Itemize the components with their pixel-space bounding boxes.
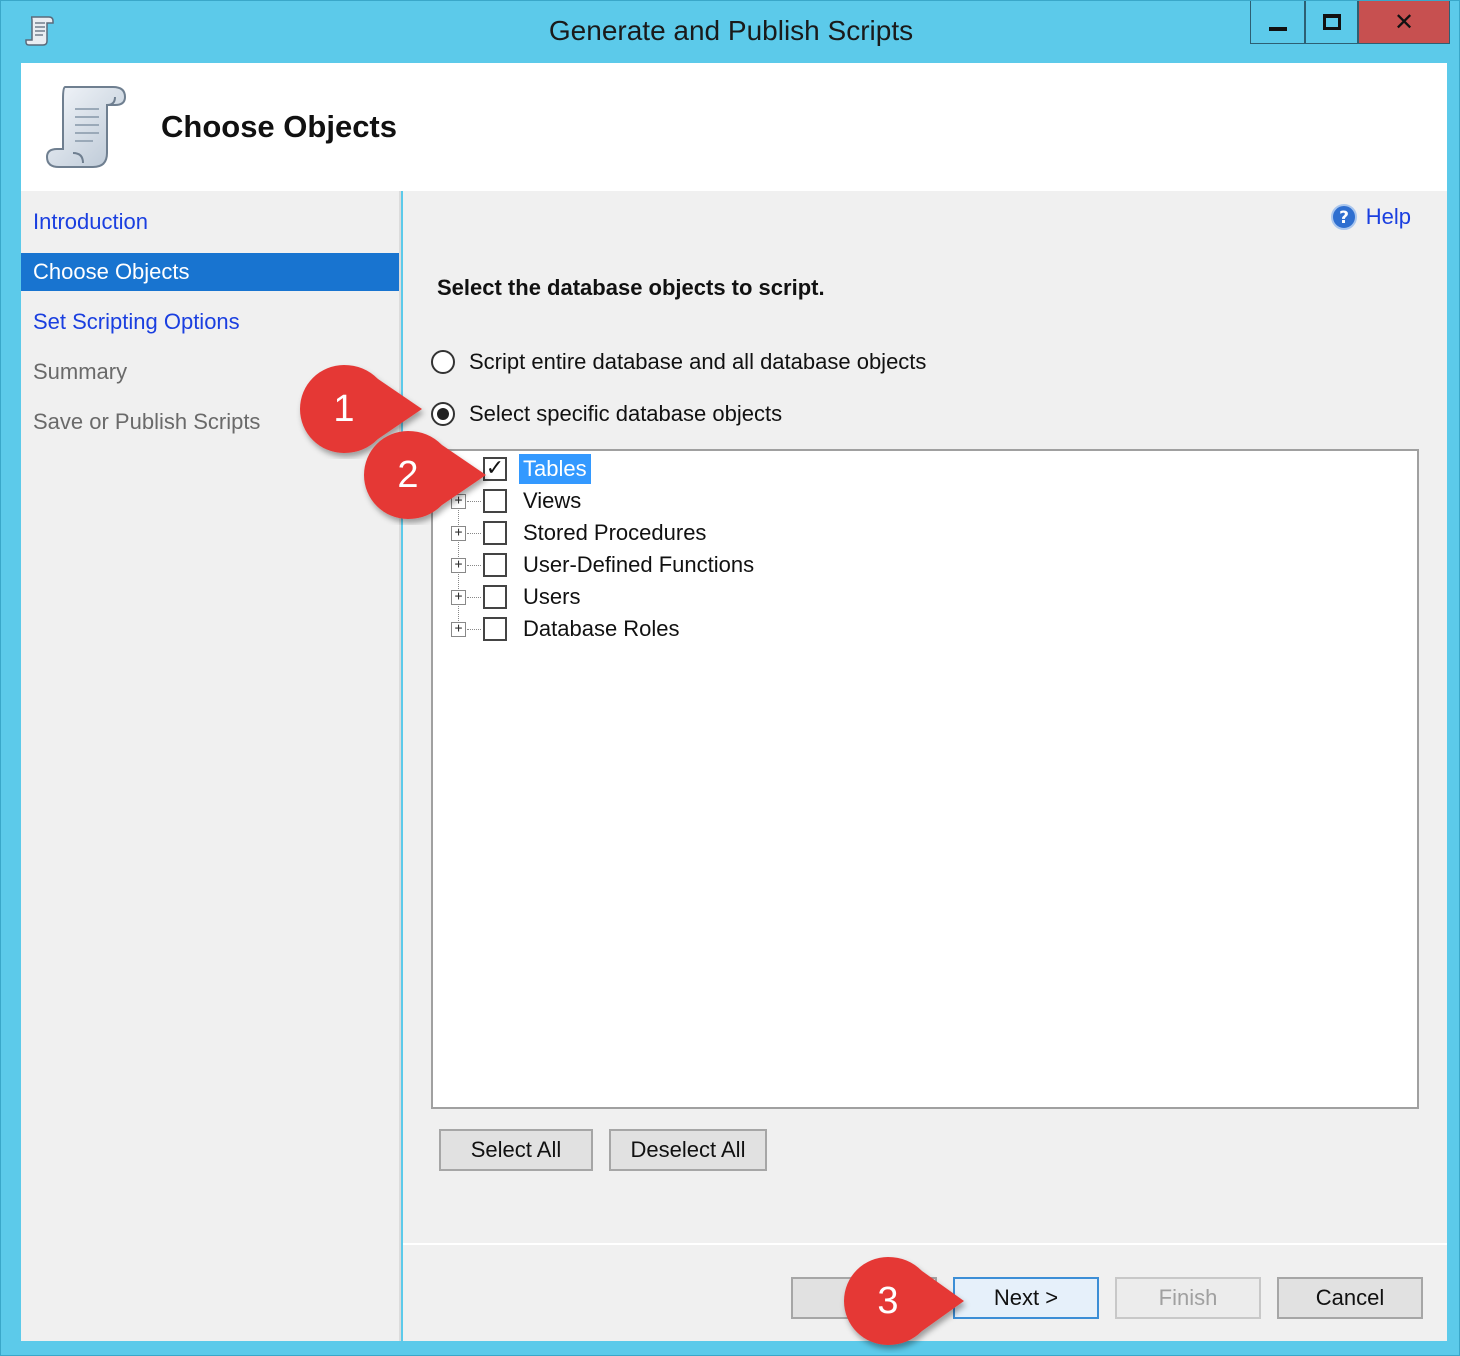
tree-label[interactable]: Database Roles <box>519 614 684 644</box>
expand-plus-icon[interactable]: + <box>451 590 466 605</box>
tree-dots <box>467 533 481 534</box>
tree-dots <box>467 629 481 630</box>
expand-plus-icon[interactable]: + <box>451 558 466 573</box>
dialog-window: Generate and Publish Scripts ✕ Choose Ob… <box>0 0 1460 1356</box>
deselect-all-button[interactable]: Deselect All <box>609 1129 767 1171</box>
callout-3: 3 <box>844 1257 964 1345</box>
tree-dots <box>467 565 481 566</box>
select-all-button[interactable]: Select All <box>439 1129 593 1171</box>
close-button[interactable]: ✕ <box>1358 1 1450 44</box>
callout-number: 1 <box>333 388 354 430</box>
maximize-icon <box>1322 14 1341 30</box>
tree-label[interactable]: Stored Procedures <box>519 518 710 548</box>
checkbox-database-roles[interactable] <box>483 617 507 641</box>
tree-label[interactable]: Tables <box>519 454 591 484</box>
radio-label: Script entire database and all database … <box>469 349 927 374</box>
radio-script-entire-database[interactable]: Script entire database and all database … <box>431 349 926 375</box>
page-header: Choose Objects <box>21 63 1447 191</box>
svg-text:?: ? <box>1339 208 1349 228</box>
help-label: Help <box>1365 204 1411 229</box>
sidebar-item-choose-objects[interactable]: Choose Objects <box>21 253 399 291</box>
window-title: Generate and Publish Scripts <box>548 15 914 46</box>
close-icon: ✕ <box>1393 8 1415 36</box>
sidebar-item-introduction[interactable]: Introduction <box>21 203 399 241</box>
expand-plus-icon[interactable]: + <box>451 622 466 637</box>
cancel-button[interactable]: Cancel <box>1277 1277 1423 1319</box>
finish-button: Finish <box>1115 1277 1261 1319</box>
tree-label[interactable]: User-Defined Functions <box>519 550 758 580</box>
callout-2: 2 <box>364 431 486 519</box>
sidebar-item-set-scripting-options[interactable]: Set Scripting Options <box>21 303 399 341</box>
script-scroll-icon <box>45 86 127 168</box>
help-link[interactable]: ? Help <box>1330 203 1411 231</box>
help-icon: ? <box>1330 204 1357 230</box>
minimize-button[interactable] <box>1250 1 1305 44</box>
page-title: Choose Objects <box>161 109 397 144</box>
instruction-heading: Select the database objects to script. <box>437 275 825 300</box>
radio-select-specific-objects[interactable]: Select specific database objects <box>431 401 782 427</box>
object-tree[interactable]: ✓ Tables + Views + Stored Procedures + U… <box>431 449 1419 1109</box>
tree-label[interactable]: Views <box>519 486 585 516</box>
callout-number: 3 <box>877 1280 898 1322</box>
tree-label[interactable]: Users <box>519 582 584 612</box>
radio-label: Select specific database objects <box>469 401 783 426</box>
checkbox-users[interactable] <box>483 585 507 609</box>
expand-plus-icon[interactable]: + <box>451 526 466 541</box>
title-bar[interactable]: Generate and Publish Scripts ✕ <box>1 1 1460 63</box>
callout-number: 2 <box>397 454 418 496</box>
checkbox-user-defined-functions[interactable] <box>483 553 507 577</box>
content-panel: ? Help Select the database objects to sc… <box>403 191 1447 1243</box>
maximize-button[interactable] <box>1305 1 1358 44</box>
minimize-icon <box>1268 27 1287 31</box>
tree-dots <box>467 597 481 598</box>
